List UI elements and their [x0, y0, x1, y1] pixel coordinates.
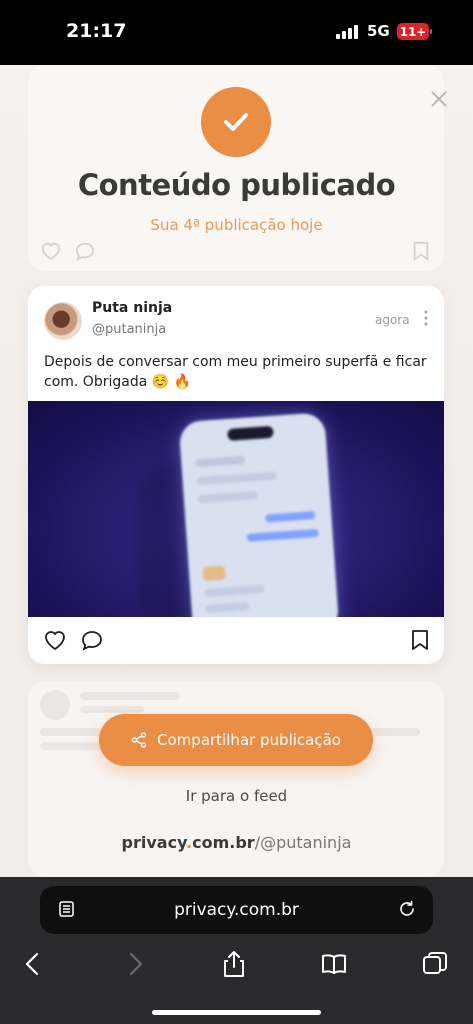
- forward-icon[interactable]: [120, 949, 150, 979]
- post-image[interactable]: [28, 401, 444, 617]
- page-subtitle: Sua 4ª publicação hoje: [150, 216, 323, 234]
- author-name[interactable]: Puta ninja: [92, 300, 172, 316]
- profile-handle: /@putaninja: [254, 833, 352, 852]
- status-time: 21:17: [66, 20, 127, 42]
- network-label: 5G: [367, 22, 390, 40]
- share-icon[interactable]: [219, 949, 249, 979]
- heart-icon[interactable]: [43, 629, 67, 651]
- tabs-icon[interactable]: [420, 949, 450, 979]
- signal-icon: [336, 25, 358, 39]
- back-icon[interactable]: [18, 949, 48, 979]
- share-button-label: Compartilhar publicação: [157, 731, 341, 749]
- comment-icon[interactable]: [80, 629, 104, 651]
- page-title: Conteúdo publicado: [77, 168, 396, 202]
- profile-url[interactable]: privacy.com.br/@putaninja: [0, 833, 473, 852]
- comment-icon: [75, 242, 95, 261]
- avatar[interactable]: [44, 302, 82, 340]
- bookmark-icon: [413, 241, 429, 261]
- success-page: Conteúdo publicado Sua 4ª publicação hoj…: [0, 65, 473, 877]
- close-icon[interactable]: [430, 91, 448, 109]
- skeleton-line: [80, 692, 180, 700]
- share-post-button[interactable]: Compartilhar publicação: [99, 714, 373, 766]
- battery-icon: 11+: [397, 23, 432, 40]
- status-bar: 21:17 5G 11+: [0, 0, 473, 65]
- success-check-icon: [201, 87, 271, 157]
- domain-tld: com.br: [192, 833, 255, 852]
- skeleton-line: [80, 706, 144, 713]
- post-actions: [28, 626, 444, 656]
- image-phone-shape: [178, 412, 340, 617]
- domain-name: privacy: [121, 833, 187, 852]
- reload-icon[interactable]: [398, 900, 416, 918]
- author-handle[interactable]: @putaninja: [92, 322, 166, 337]
- more-vertical-icon[interactable]: [423, 310, 429, 330]
- address-bar[interactable]: privacy.com.br: [40, 886, 433, 934]
- post-text: Depois de conversar com meu primeiro sup…: [44, 354, 427, 390]
- skeleton-avatar: [40, 690, 70, 720]
- post-timestamp: agora: [375, 313, 410, 327]
- bookmark-icon[interactable]: [411, 629, 429, 651]
- battery-level: 11+: [399, 24, 427, 39]
- bookmarks-icon[interactable]: [319, 949, 349, 979]
- share-icon: [131, 732, 147, 748]
- post-card: Puta ninja @putaninja agora Depois de co…: [28, 286, 444, 664]
- heart-icon: [41, 242, 61, 261]
- browser-toolbar: privacy.com.br: [0, 877, 473, 1024]
- url-text: privacy.com.br: [174, 900, 299, 920]
- go-to-feed-link[interactable]: Ir para o feed: [0, 787, 473, 805]
- home-indicator: [152, 1010, 321, 1015]
